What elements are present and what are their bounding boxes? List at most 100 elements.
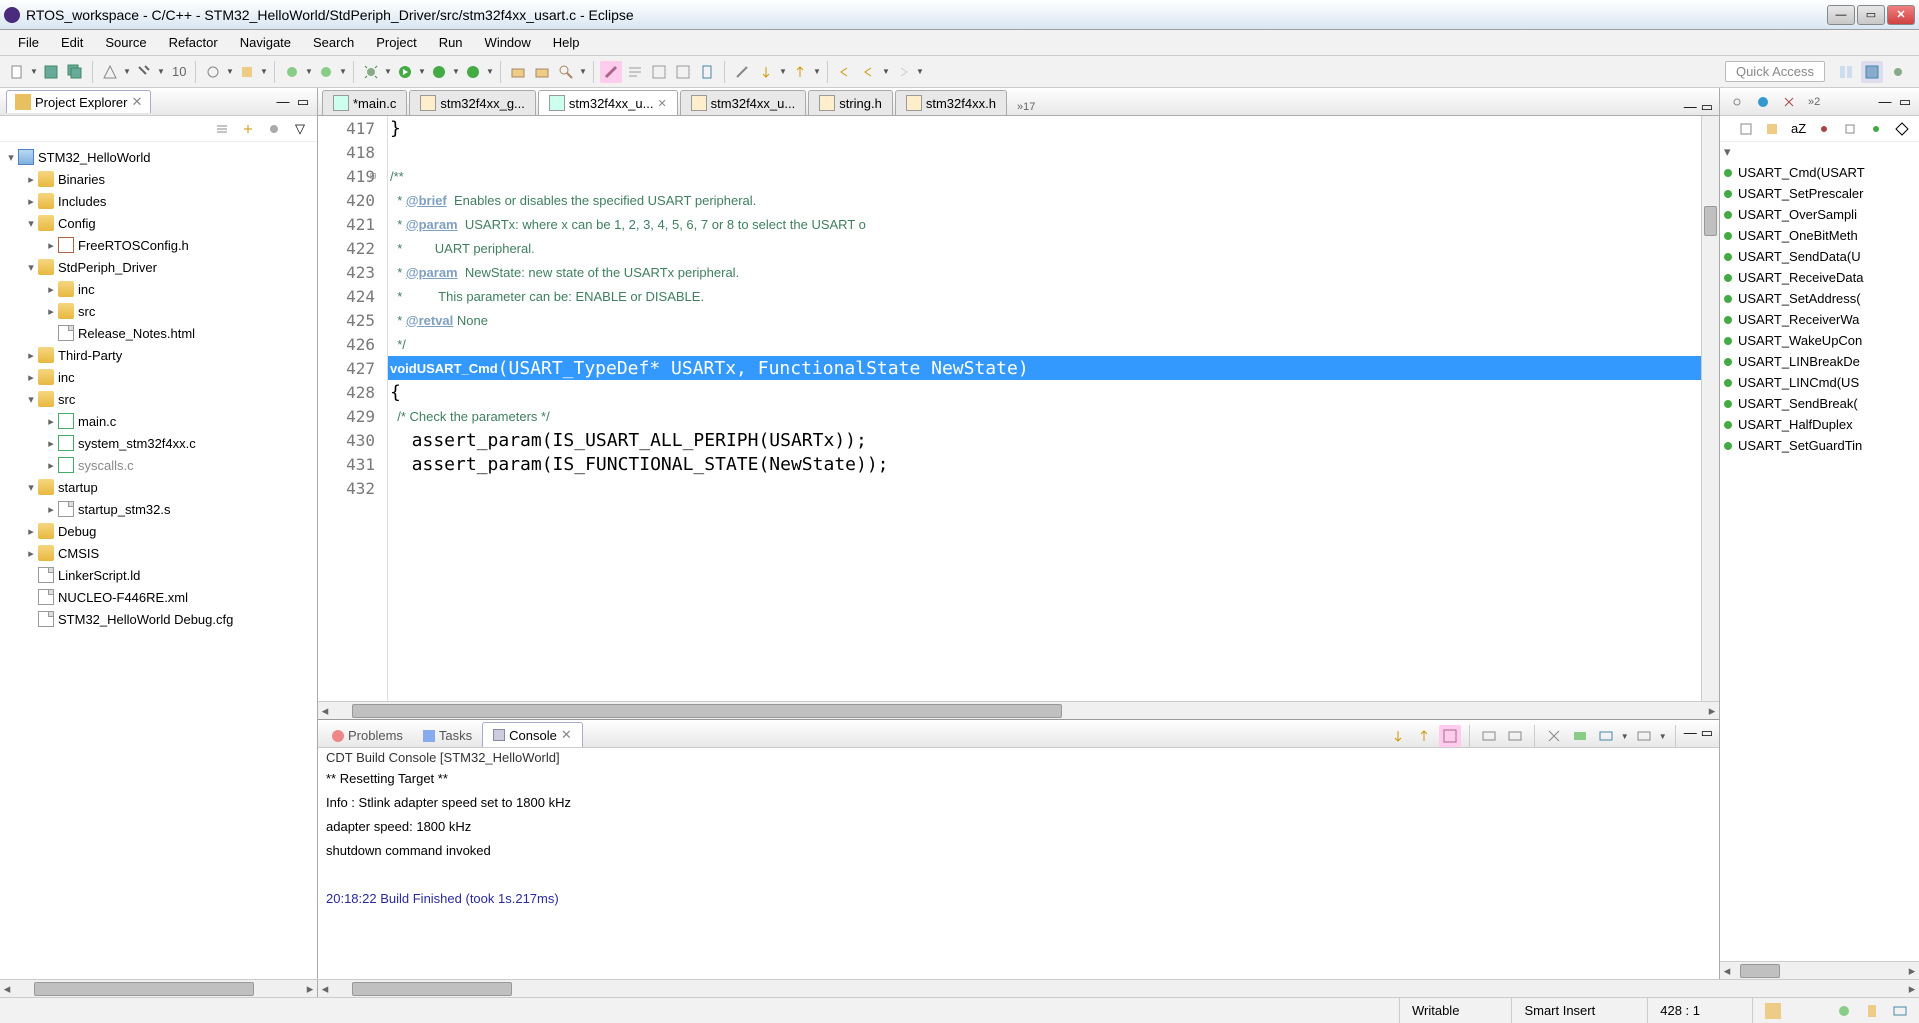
new-button[interactable]: [6, 61, 28, 83]
maximize-button[interactable]: ▭: [1857, 5, 1885, 25]
prev-annotation-button[interactable]: [789, 61, 811, 83]
tab-console[interactable]: Console ✕: [482, 722, 583, 747]
outline-tool5[interactable]: [1865, 118, 1887, 140]
outline-item[interactable]: USART_WakeUpCon: [1720, 330, 1919, 351]
open-type-button[interactable]: [507, 61, 529, 83]
code-line[interactable]: * UART peripheral.: [388, 236, 1701, 260]
new-dropdown[interactable]: ▼: [30, 61, 38, 83]
tree-twisty[interactable]: ▸: [24, 547, 38, 560]
target-dropdown[interactable]: ▼: [226, 61, 234, 83]
menu-navigate[interactable]: Navigate: [230, 32, 301, 53]
outline-item[interactable]: USART_SetAddress(: [1720, 288, 1919, 309]
outline-list[interactable]: USART_Cmd(USARTUSART_SetPrescalerUSART_O…: [1720, 162, 1919, 961]
clear-console-button[interactable]: [1543, 725, 1565, 747]
tree-item[interactable]: ▸startup_stm32.s: [0, 498, 317, 520]
outline-item[interactable]: USART_ReceiverWa: [1720, 309, 1919, 330]
back-button[interactable]: [858, 61, 880, 83]
last-edit-button[interactable]: [834, 61, 856, 83]
forward-button[interactable]: [892, 61, 914, 83]
menu-search[interactable]: Search: [303, 32, 364, 53]
outline-hscroll[interactable]: ◂ ▸: [1720, 961, 1919, 979]
close-icon[interactable]: ✕: [657, 97, 666, 110]
binary-button[interactable]: 101: [167, 61, 189, 83]
line-gutter[interactable]: 4174184194204214224234244254264274284294…: [318, 116, 388, 701]
wand-button[interactable]: [731, 61, 753, 83]
outline-item[interactable]: USART_OneBitMeth: [1720, 225, 1919, 246]
outline-tool1[interactable]: [1735, 118, 1757, 140]
tree-twisty[interactable]: ▸: [44, 239, 58, 252]
profile-button[interactable]: [462, 61, 484, 83]
code-line[interactable]: assert_param(IS_FUNCTIONAL_STATE(NewStat…: [388, 452, 1701, 476]
editor-tabs-more[interactable]: »17: [1013, 99, 1039, 115]
toggle-mark-button[interactable]: [600, 61, 622, 83]
menu-run[interactable]: Run: [429, 32, 473, 53]
line-number[interactable]: 417: [318, 116, 387, 140]
editor-tab[interactable]: *main.c: [322, 90, 407, 115]
editor-tab[interactable]: stm32f4xx_g...: [409, 90, 536, 115]
outline-az[interactable]: aZ: [1787, 118, 1809, 140]
tree-twisty[interactable]: ▸: [44, 305, 58, 318]
debug-button[interactable]: [360, 61, 382, 83]
line-number[interactable]: 418: [318, 140, 387, 164]
collapse-all-button[interactable]: [211, 118, 233, 140]
new-console-dropdown[interactable]: ▼: [1621, 725, 1629, 747]
line-number[interactable]: 429: [318, 404, 387, 428]
tree-item[interactable]: ▸Third-Party: [0, 344, 317, 366]
minimize-outline-button[interactable]: ―: [1877, 94, 1893, 110]
tree-item[interactable]: ▸syscalls.c: [0, 454, 317, 476]
tree-item[interactable]: LinkerScript.ld: [0, 564, 317, 586]
search-button[interactable]: [555, 61, 577, 83]
pin-button[interactable]: [696, 61, 718, 83]
horizontal-scrollbar[interactable]: ◂ ▸: [318, 701, 1719, 719]
outline-tool2[interactable]: [1761, 118, 1783, 140]
tree-twisty[interactable]: ▸: [44, 437, 58, 450]
tree-item[interactable]: ▾src: [0, 388, 317, 410]
tree-twisty[interactable]: ▸: [24, 371, 38, 384]
tree-item[interactable]: ▸Binaries: [0, 168, 317, 190]
target-button[interactable]: [202, 61, 224, 83]
project-tree[interactable]: ▾ STM32_HelloWorld ▸Binaries▸Includes▾Co…: [0, 142, 317, 979]
close-icon[interactable]: ✕: [131, 94, 142, 110]
tree-item[interactable]: Release_Notes.html: [0, 322, 317, 344]
status-updates-icon[interactable]: [1833, 1000, 1855, 1022]
debug-perspective-button[interactable]: [1887, 61, 1909, 83]
open-task-button[interactable]: [531, 61, 553, 83]
code-line[interactable]: [388, 476, 1701, 500]
prev-annotation-dropdown[interactable]: ▼: [813, 61, 821, 83]
config-button[interactable]: [236, 61, 258, 83]
tree-item[interactable]: ▸inc: [0, 366, 317, 388]
line-number[interactable]: 421: [318, 212, 387, 236]
open-console-button[interactable]: [1569, 725, 1591, 747]
menu-help[interactable]: Help: [543, 32, 590, 53]
config-dropdown[interactable]: ▼: [260, 61, 268, 83]
tree-twisty[interactable]: ▸: [24, 173, 38, 186]
line-number[interactable]: 426: [318, 332, 387, 356]
console-hscroll[interactable]: ◂▸: [318, 980, 1919, 997]
outline-item[interactable]: USART_SetGuardTin: [1720, 435, 1919, 456]
new-folder-dropdown[interactable]: ▼: [339, 61, 347, 83]
status-sync-icon[interactable]: [1889, 1000, 1911, 1022]
line-number[interactable]: 420: [318, 188, 387, 212]
scroll-lock-button[interactable]: [1387, 725, 1409, 747]
tree-item[interactable]: ▾Config: [0, 212, 317, 234]
code-line[interactable]: {: [388, 380, 1701, 404]
toggle-word-wrap-button[interactable]: [624, 61, 646, 83]
tree-item[interactable]: ▾StdPeriph_Driver: [0, 256, 317, 278]
show-whitespace-button[interactable]: [648, 61, 670, 83]
code-line[interactable]: * @param USARTx: where x can be 1, 2, 3,…: [388, 212, 1701, 236]
line-number[interactable]: 419: [318, 164, 387, 188]
project-explorer-tab[interactable]: Project Explorer ✕: [6, 90, 151, 113]
quick-access-input[interactable]: Quick Access: [1725, 61, 1825, 82]
tree-item[interactable]: NUCLEO-F446RE.xml: [0, 586, 317, 608]
maximize-outline-button[interactable]: ▭: [1897, 94, 1913, 110]
block-selection-button[interactable]: [672, 61, 694, 83]
line-number[interactable]: 430: [318, 428, 387, 452]
editor-tab[interactable]: string.h: [808, 90, 893, 115]
next-annotation-dropdown[interactable]: ▼: [779, 61, 787, 83]
c-perspective-button[interactable]: [1861, 61, 1883, 83]
code-line[interactable]: void USART_Cmd(USART_TypeDef* USARTx, Fu…: [388, 356, 1701, 380]
hammer-button[interactable]: [133, 61, 155, 83]
profile-dropdown[interactable]: ▼: [486, 61, 494, 83]
new-folder-button[interactable]: [315, 61, 337, 83]
new-class-dropdown[interactable]: ▼: [305, 61, 313, 83]
